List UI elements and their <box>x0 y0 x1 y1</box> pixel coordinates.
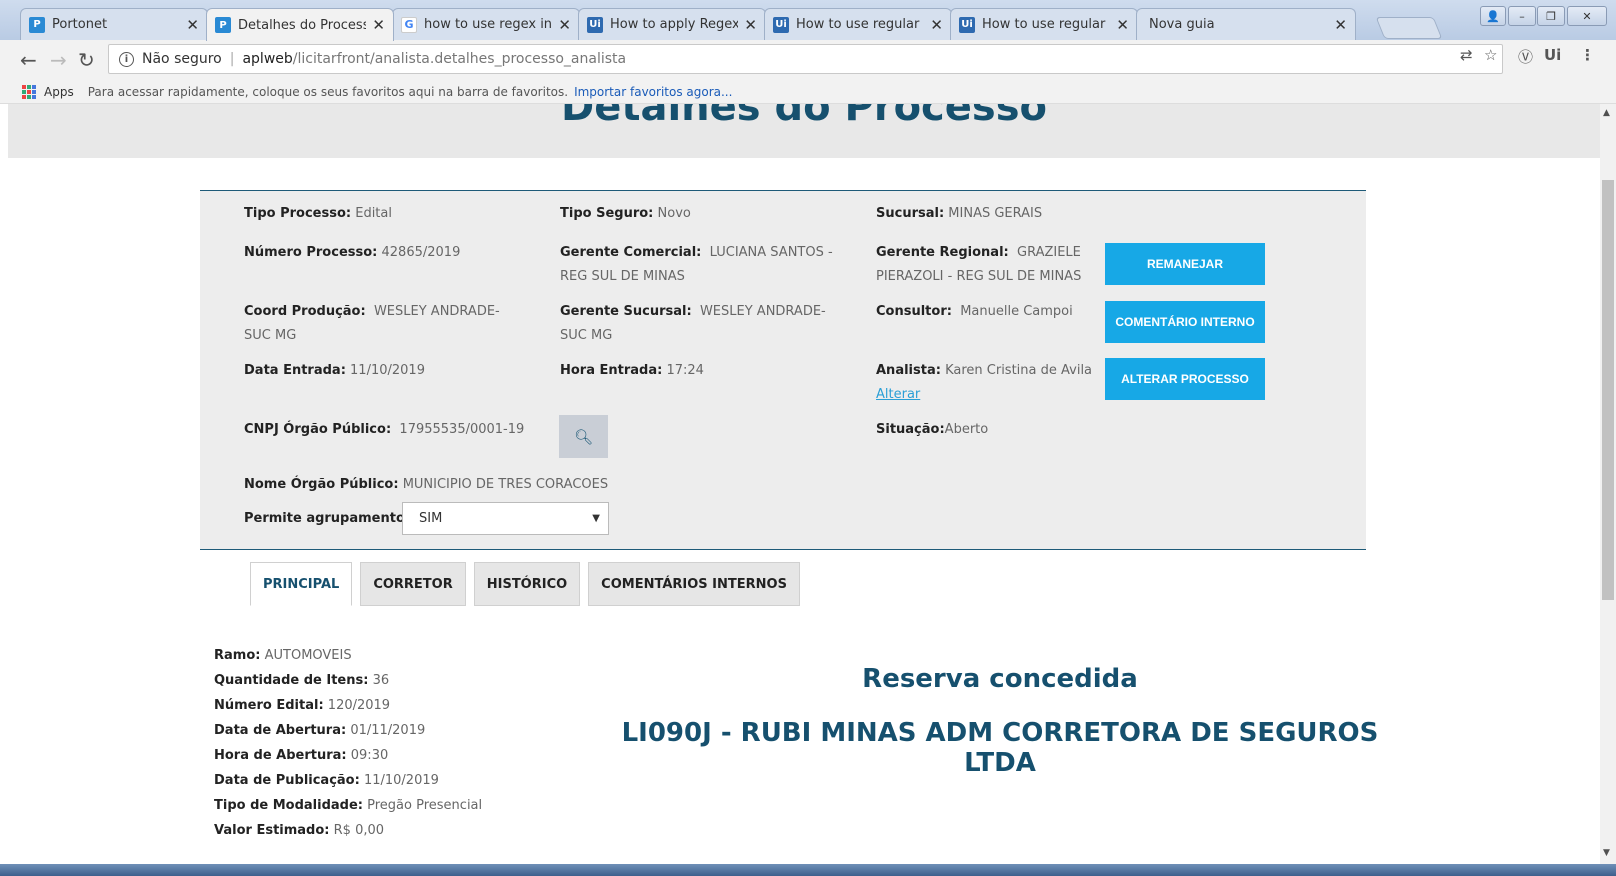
browser-tab[interactable]: Ui How to apply Regex to sel ✕ <box>578 8 766 40</box>
separator: | <box>229 51 235 67</box>
chevron-down-icon: ▼ <box>592 513 600 524</box>
browser-tab[interactable]: G how to use regex in uipat ✕ <box>392 8 580 40</box>
agrupamento-select[interactable]: SIM ▼ <box>402 502 609 535</box>
browser-tab-active[interactable]: P Detalhes do Processo ✕ <box>206 8 394 41</box>
field-tipo-processo: Tipo Processo: Edital <box>244 206 392 221</box>
security-label: Não seguro <box>142 51 222 67</box>
detail-item: Quantidade de Itens: 36 <box>214 673 390 688</box>
uipath-icon: Ui <box>773 16 789 33</box>
close-tab-icon[interactable]: ✕ <box>1334 16 1347 34</box>
field-gerente-comercial: Gerente Comercial: LUCIANA SANTOS - REG … <box>560 245 833 284</box>
search-cnpj-button[interactable]: 🔍︎ <box>559 415 608 458</box>
url-path: /licitarfront/analista.detalhes_processo… <box>292 51 627 67</box>
extension-ui-icon[interactable]: Ui <box>1544 46 1561 64</box>
detail-tabs: PRINCIPAL CORRETOR HISTÓRICO COMENTÁRIOS… <box>250 562 800 606</box>
field-analista: Analista: Karen Cristina de Avila Altera… <box>876 363 1093 402</box>
uipath-icon: Ui <box>587 16 603 33</box>
browser-tab[interactable]: Ui How to use regular expre ✕ <box>764 8 952 40</box>
menu-icon[interactable]: ⋮ <box>1580 46 1595 64</box>
bookmarks-hint: Para acessar rapidamente, coloque os seu… <box>87 84 569 99</box>
detail-item: Valor Estimado: R$ 0,00 <box>214 823 385 838</box>
close-tab-icon[interactable]: ✕ <box>186 16 199 34</box>
browser-tab[interactable]: Ui How to use regular expre ✕ <box>950 8 1138 40</box>
field-sucursal: Sucursal: MINAS GERAIS <box>876 206 1043 221</box>
import-bookmarks-link[interactable]: Importar favoritos agora... <box>574 85 732 99</box>
reload-icon[interactable]: ↻ <box>78 48 95 72</box>
close-tab-icon[interactable]: ✕ <box>744 16 757 34</box>
uipath-icon: Ui <box>959 16 975 33</box>
bookmarks-bar: Apps Para acessar rapidamente, coloque o… <box>0 80 1616 104</box>
browser-tab[interactable]: P Portonet ✕ <box>20 8 208 40</box>
tab-comentarios-internos[interactable]: COMENTÁRIOS INTERNOS <box>588 562 800 606</box>
browser-tab[interactable]: Nova guia ✕ <box>1136 8 1356 40</box>
browser-tabstrip: P Portonet ✕ P Detalhes do Processo ✕ G … <box>0 0 1616 41</box>
translate-icon[interactable]: ⇄ <box>1460 46 1473 64</box>
scrollbar-thumb[interactable] <box>1602 180 1614 600</box>
field-tipo-seguro: Tipo Seguro: Novo <box>560 206 691 221</box>
field-consultor: Consultor: Manuelle Campoi <box>876 304 1073 319</box>
portonet-icon: P <box>29 16 45 33</box>
apps-icon[interactable] <box>22 84 36 99</box>
detail-item: Número Edital: 120/2019 <box>214 698 391 713</box>
forward-icon[interactable]: → <box>50 48 67 72</box>
page-viewport: Detalhes do Processo Tipo Processo: Edit… <box>0 104 1600 864</box>
page-title: Detalhes do Processo <box>561 104 1047 130</box>
field-cnpj: CNPJ Órgão Público: 17955535/0001-19 <box>244 422 525 437</box>
detail-item: Data de Publicação: 11/10/2019 <box>214 773 439 788</box>
close-tab-icon[interactable]: ✕ <box>558 16 571 34</box>
new-tab-button[interactable] <box>1375 17 1443 39</box>
back-icon[interactable]: ← <box>20 48 37 72</box>
extension-v-icon[interactable]: Ⓥ <box>1518 46 1533 67</box>
field-agrupamento-label: Permite agrupamento: <box>244 511 411 526</box>
detail-item: Data de Abertura: 01/11/2019 <box>214 723 426 738</box>
minimize-icon[interactable]: – <box>1508 6 1536 26</box>
tab-corretor[interactable]: CORRETOR <box>360 562 466 606</box>
tab-principal[interactable]: PRINCIPAL <box>250 562 353 606</box>
detail-item: Hora de Abertura: 09:30 <box>214 748 389 763</box>
field-data-entrada: Data Entrada: 11/10/2019 <box>244 363 425 378</box>
google-icon: G <box>401 16 417 33</box>
alterar-analista-link[interactable]: Alterar <box>876 387 920 402</box>
remanejar-button[interactable]: REMANEJAR <box>1105 243 1265 285</box>
portonet-icon: P <box>215 17 231 33</box>
reserva-heading: Reserva concedida <box>862 664 1138 694</box>
alterar-processo-button[interactable]: ALTERAR PROCESSO <box>1105 358 1265 400</box>
tab-historico[interactable]: HISTÓRICO <box>473 562 581 606</box>
detail-item: Tipo de Modalidade: Pregão Presencial <box>214 798 483 813</box>
field-numero-processo: Número Processo: 42865/2019 <box>244 245 461 260</box>
comentario-interno-button[interactable]: COMENTÁRIO INTERNO <box>1105 301 1265 343</box>
field-gerente-regional: Gerente Regional: GRAZIELE PIERAZOLI - R… <box>876 245 1082 284</box>
apps-link[interactable]: Apps <box>44 85 74 99</box>
close-window-icon[interactable]: ✕ <box>1567 6 1607 26</box>
field-situacao: Situação:Aberto <box>876 422 989 437</box>
url-host: aplweb <box>242 51 293 67</box>
corretora-heading: LI090J - RUBI MINAS ADM CORRETORA DE SEG… <box>621 718 1379 778</box>
windows-taskbar <box>0 864 1616 876</box>
detail-item: Ramo: AUTOMOVEIS <box>214 648 352 663</box>
process-info-panel: Tipo Processo: Edital Número Processo: 4… <box>200 190 1366 550</box>
field-nome-orgao: Nome Órgão Público: MUNICIPIO DE TRES CO… <box>244 477 609 492</box>
close-tab-icon[interactable]: ✕ <box>930 16 943 34</box>
restore-icon[interactable]: ❐ <box>1537 6 1565 26</box>
page-scrollbar[interactable]: ▲ ▼ <box>1600 104 1616 864</box>
scroll-up-icon[interactable]: ▲ <box>1603 108 1610 118</box>
field-gerente-sucursal: Gerente Sucursal: WESLEY ANDRADE- SUC MG <box>560 304 826 343</box>
page-header: Detalhes do Processo <box>8 104 1600 158</box>
scroll-down-icon[interactable]: ▼ <box>1603 848 1610 858</box>
user-icon[interactable]: 👤 <box>1480 6 1506 26</box>
info-icon[interactable]: i <box>119 51 134 67</box>
address-bar[interactable]: i Não seguro | aplweb /licitarfront/anal… <box>108 44 1503 74</box>
details-list: Ramo: AUTOMOVEIS Quantidade de Itens: 36… <box>214 643 482 843</box>
close-tab-icon[interactable]: ✕ <box>1116 16 1129 34</box>
search-icon: 🔍︎ <box>573 427 594 446</box>
close-tab-icon[interactable]: ✕ <box>372 16 385 34</box>
bookmark-star-icon[interactable]: ☆ <box>1484 46 1497 64</box>
field-hora-entrada: Hora Entrada: 17:24 <box>560 363 704 378</box>
field-coord-producao: Coord Produção: WESLEY ANDRADE- SUC MG <box>244 304 500 343</box>
